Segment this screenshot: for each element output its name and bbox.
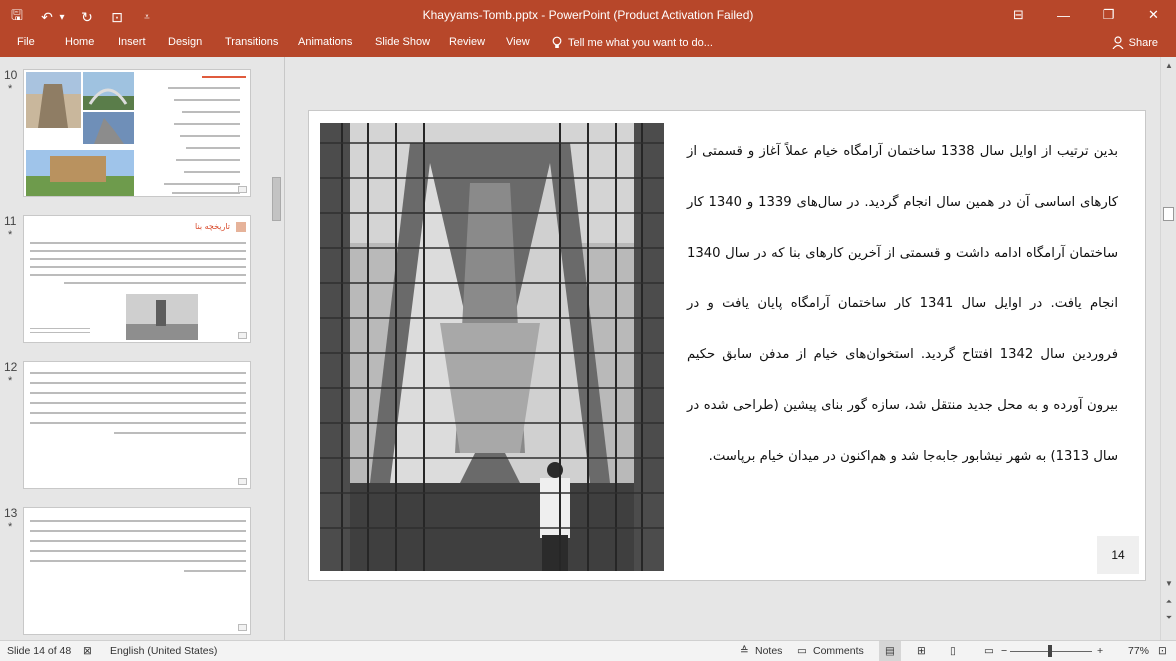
animation-star-icon: * xyxy=(8,229,13,241)
slide-show-view-icon[interactable]: ▭ xyxy=(984,645,994,657)
comments-button[interactable]: Comments xyxy=(813,645,864,657)
window-controls: ⊟ — ❐ ✕ xyxy=(996,0,1176,30)
thumbnail-slide-number xyxy=(238,624,247,631)
slide-editor: بدین ترتیب از اوایل سال 1338 ساختمان آرا… xyxy=(284,57,1160,640)
tab-design[interactable]: Design xyxy=(168,36,202,48)
slide-thumbnail-pane: 10 * 11 * تاریخچه بنا 12 * 13 * xyxy=(0,57,284,640)
tab-file[interactable]: File xyxy=(17,36,35,48)
thumbnail-number: 13 xyxy=(4,506,18,520)
ribbon-tabs: File Home Insert Design Transitions Anim… xyxy=(0,30,1176,57)
tomb-construction-photo xyxy=(320,123,664,571)
language-indicator[interactable]: English (United States) xyxy=(110,645,217,657)
title-bar: 🖫 ↶ ▾ ↻ ⊡ ⩡ Khayyams-Tomb.pptx - PowerPo… xyxy=(0,0,1176,30)
thumbnail-slide-number xyxy=(238,186,247,193)
tab-view[interactable]: View xyxy=(506,36,530,48)
editor-scrollbar[interactable]: ▲ ▼ ⏶ ⏷ xyxy=(1160,57,1176,640)
tab-animations[interactable]: Animations xyxy=(298,36,352,48)
slide-sorter-view-icon[interactable]: ⊞ xyxy=(917,645,926,657)
status-bar: Slide 14 of 48 ⊠ English (United States)… xyxy=(0,640,1176,661)
spell-check-icon[interactable]: ⊠ xyxy=(83,645,92,657)
thumbnail-photo-collage xyxy=(26,72,134,196)
tell-me-box[interactable]: Tell me what you want to do... xyxy=(552,36,713,49)
slide-number-box[interactable]: 14 xyxy=(1097,536,1139,574)
current-slide[interactable]: بدین ترتیب از اوایل سال 1338 ساختمان آرا… xyxy=(308,110,1146,581)
notes-icon: ≙ xyxy=(740,645,749,657)
thumbnail-scroll-thumb[interactable] xyxy=(272,177,281,221)
slide-thumbnail-12[interactable] xyxy=(23,361,251,489)
ribbon-display-options-icon[interactable]: ⊟ xyxy=(996,0,1041,30)
minimize-icon[interactable]: — xyxy=(1041,0,1086,30)
animation-star-icon: * xyxy=(8,83,13,95)
animation-star-icon: * xyxy=(8,375,13,387)
thumbnail-number: 10 xyxy=(4,68,18,82)
normal-view-icon: ▤ xyxy=(885,645,895,657)
maximize-icon[interactable]: ❐ xyxy=(1086,0,1131,30)
tab-home[interactable]: Home xyxy=(65,36,94,48)
thumbnail-number: 11 xyxy=(4,214,17,228)
slide-thumbnail-10[interactable] xyxy=(23,69,251,197)
slide-body-text[interactable]: بدین ترتیب از اوایل سال 1338 ساختمان آرا… xyxy=(687,127,1118,483)
tab-transitions[interactable]: Transitions xyxy=(225,36,278,48)
tab-review[interactable]: Review xyxy=(449,36,485,48)
thumbnail-slide-number xyxy=(238,332,247,339)
zoom-out-button[interactable]: − xyxy=(1001,645,1007,657)
animation-star-icon: * xyxy=(8,521,13,533)
close-icon[interactable]: ✕ xyxy=(1131,0,1176,30)
previous-slide-icon[interactable]: ⏶ xyxy=(1161,597,1176,607)
slide-counter: Slide 14 of 48 xyxy=(7,645,72,657)
editor-scroll-thumb[interactable] xyxy=(1163,207,1174,221)
next-slide-icon[interactable]: ⏷ xyxy=(1161,613,1176,623)
tab-slide-show[interactable]: Slide Show xyxy=(375,36,430,48)
slide-thumbnail-11[interactable]: تاریخچه بنا xyxy=(23,215,251,343)
lightbulb-icon xyxy=(552,36,562,48)
comments-icon: ▭ xyxy=(797,645,807,657)
tell-me-text: Tell me what you want to do... xyxy=(568,36,713,49)
zoom-in-button[interactable]: + xyxy=(1097,645,1103,657)
thumbnail-scrollbar[interactable] xyxy=(270,57,284,640)
tab-insert[interactable]: Insert xyxy=(118,36,146,48)
slide-thumbnail-13[interactable] xyxy=(23,507,251,635)
scroll-up-icon[interactable]: ▲ xyxy=(1161,61,1176,70)
thumbnail-title: تاریخچه بنا xyxy=(195,222,230,231)
person-icon xyxy=(1112,36,1124,49)
thumbnail-slide-number xyxy=(238,478,247,485)
notes-button[interactable]: Notes xyxy=(755,645,782,657)
scroll-down-icon[interactable]: ▼ xyxy=(1161,579,1176,588)
share-label: Share xyxy=(1128,36,1158,49)
thumbnail-photo xyxy=(126,294,198,340)
zoom-slider-knob[interactable] xyxy=(1048,645,1052,657)
zoom-level[interactable]: 77% xyxy=(1128,645,1149,657)
fit-slide-icon[interactable]: ⊡ xyxy=(1158,645,1167,657)
thumbnail-number: 12 xyxy=(4,360,18,374)
share-button[interactable]: Share xyxy=(1112,36,1158,49)
reading-view-icon[interactable]: ▯ xyxy=(950,645,956,657)
